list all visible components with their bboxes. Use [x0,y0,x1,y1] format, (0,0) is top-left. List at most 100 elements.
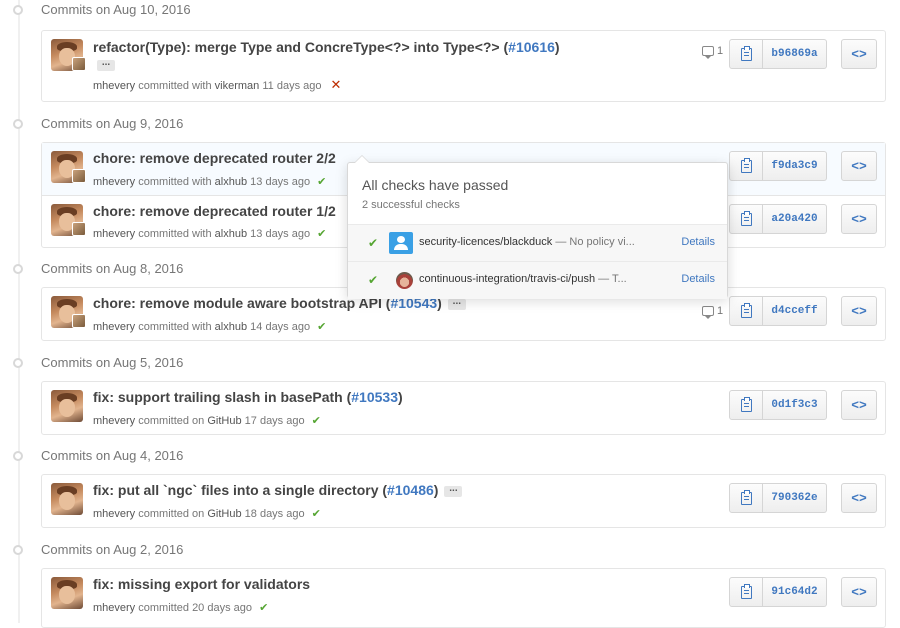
copy-sha-button[interactable] [729,577,763,607]
travis-ci-icon [396,272,413,289]
commit-group: Commits on Aug 5, 2016 [0,353,900,373]
sha-button-group: 790362e [729,483,827,513]
copy-sha-button[interactable] [729,390,763,420]
pr-link[interactable]: #10533 [351,389,398,405]
check-description: — No policy vi... [552,236,635,248]
sha-link[interactable]: b96869a [763,39,827,69]
status-success-icon[interactable]: ✔ [317,321,326,333]
coauthor-avatar[interactable] [72,314,86,328]
sha-link[interactable]: f9da3c9 [763,151,827,181]
author-link[interactable]: mhevery [93,228,135,240]
commit-time: 17 days ago [244,415,305,427]
commit-time: 20 days ago [192,602,252,614]
browse-code-button[interactable]: <> [841,390,877,420]
sha-button-group: d4cceff [729,296,827,326]
group-header: Commits on Aug 9, 2016 [0,114,900,134]
browse-code-button[interactable]: <> [841,483,877,513]
coauthor-avatar[interactable] [72,169,86,183]
clipboard-icon [740,302,752,318]
coauthor-avatar[interactable] [72,222,86,236]
commit-title[interactable]: fix: put all `ngc` files into a single d… [93,482,463,498]
author-avatar[interactable] [51,390,83,422]
check-context: continuous-integration/travis-ci/push [419,273,596,285]
sha-button-group: 91c64d2 [729,577,827,607]
browse-code-button[interactable]: <> [841,577,877,607]
commit-action: committed with [138,228,212,240]
status-success-icon[interactable]: ✔ [259,602,268,614]
status-success-icon[interactable]: ✔ [317,176,326,188]
blackduck-icon [389,232,413,254]
coauthor-link[interactable]: alxhub [215,228,247,240]
commit-title[interactable]: chore: remove deprecated router 1/2 [93,203,336,219]
author-link[interactable]: mhevery [93,602,135,614]
status-fail-icon[interactable]: ✕ [331,77,342,92]
author-avatar[interactable] [51,483,83,515]
sha-link[interactable]: d4cceff [763,296,827,326]
coauthor-avatar[interactable] [72,57,86,71]
sha-link[interactable]: 91c64d2 [763,577,827,607]
commit-group: Commits on Aug 10, 2016 [0,0,900,20]
commit-message[interactable]: fix: put all `ngc` files into a single d… [93,482,387,498]
copy-sha-button[interactable] [729,296,763,326]
commit-dot-icon [13,358,23,368]
commit-row: fix: support trailing slash in basePath … [42,382,885,434]
commit-message[interactable]: refactor(Type): merge Type and ConcreTyp… [93,39,508,55]
sha-link[interactable]: 0d1f3c3 [763,390,827,420]
commit-meta: mhevery committed 20 days ago ✔ [93,601,268,614]
coauthor-link[interactable]: alxhub [215,176,247,188]
commit-message[interactable]: fix: support trailing slash in basePath … [93,389,351,405]
author-link[interactable]: mhevery [93,80,135,92]
copy-sha-button[interactable] [729,39,763,69]
commit-title[interactable]: refactor(Type): merge Type and ConcreTyp… [93,39,560,55]
browse-code-button[interactable]: <> [841,151,877,181]
sha-button-group: a20a420 [729,204,827,234]
copy-sha-button[interactable] [729,204,763,234]
author-link[interactable]: mhevery [93,415,135,427]
comment-icon [702,46,714,60]
expand-message-button[interactable]: ... [97,58,115,71]
pr-link[interactable]: #10486 [387,482,434,498]
author-link[interactable]: mhevery [93,508,135,520]
check-details-link[interactable]: Details [681,273,715,285]
check-details-link[interactable]: Details [681,236,715,248]
expand-message-button[interactable]: ... [444,483,463,497]
sha-link[interactable]: a20a420 [763,204,827,234]
status-success-icon[interactable]: ✔ [317,228,326,240]
group-header: Commits on Aug 5, 2016 [0,353,900,373]
status-success-icon[interactable]: ✔ [312,508,321,520]
coauthor-link[interactable]: vikerman [215,80,260,92]
coauthor-link[interactable]: GitHub [207,415,241,427]
commit-action: committed with [138,80,212,92]
author-avatar[interactable] [51,577,83,609]
coauthor-link[interactable]: alxhub [215,321,247,333]
browse-code-button[interactable]: <> [841,296,877,326]
copy-sha-button[interactable] [729,483,763,513]
popover-subtitle: 2 successful checks [362,199,460,211]
comment-count[interactable]: 1 [702,305,723,320]
group-date: Commits on Aug 2, 2016 [41,542,184,557]
coauthor-link[interactable]: GitHub [207,508,241,520]
pr-link[interactable]: #10616 [508,39,555,55]
commit-title[interactable]: fix: support trailing slash in basePath … [93,389,403,405]
commit-message-end: ) [554,39,560,55]
commit-group: Commits on Aug 2, 2016 [0,540,900,560]
check-success-icon: ✔ [368,236,379,250]
browse-code-button[interactable]: <> [841,39,877,69]
commit-message[interactable]: chore: remove module aware bootstrap API… [93,295,390,311]
status-success-icon[interactable]: ✔ [312,415,321,427]
commit-title[interactable]: fix: missing export for validators [93,576,310,592]
comment-count[interactable]: 1 [702,45,723,60]
sha-link[interactable]: 790362e [763,483,827,513]
commit-title[interactable]: chore: remove deprecated router 2/2 [93,150,336,166]
check-name: continuous-integration/travis-ci/push — … [419,273,627,285]
group-header: Commits on Aug 4, 2016 [0,446,900,466]
copy-sha-button[interactable] [729,151,763,181]
browse-code-button[interactable]: <> [841,204,877,234]
author-link[interactable]: mhevery [93,321,135,333]
commit-time: 13 days ago [250,176,311,188]
commit-list: refactor(Type): merge Type and ConcreTyp… [41,30,886,102]
expand-message-button[interactable]: ... [447,296,466,310]
author-link[interactable]: mhevery [93,176,135,188]
group-date: Commits on Aug 4, 2016 [41,448,184,463]
commit-dot-icon [13,264,23,274]
